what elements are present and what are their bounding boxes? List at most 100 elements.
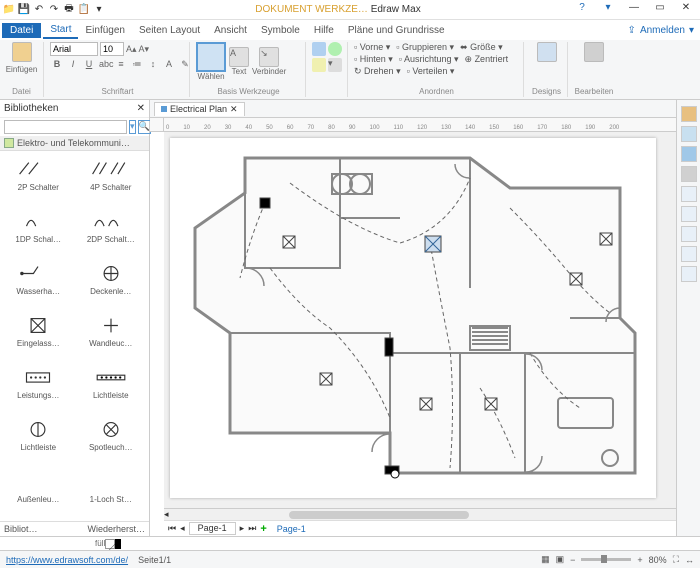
menu-insert[interactable]: Einfügen bbox=[78, 23, 131, 38]
library-dropdown-icon[interactable]: ▾ bbox=[129, 120, 136, 134]
library-search-input[interactable] bbox=[4, 120, 127, 134]
doc-tab-close-icon[interactable]: ✕ bbox=[230, 104, 238, 115]
bullets-button[interactable]: ≔ bbox=[130, 58, 144, 72]
login-more-icon[interactable]: ▾ bbox=[689, 25, 694, 36]
strike-button[interactable]: abc bbox=[98, 58, 112, 72]
font-shrink-icon[interactable]: A▾ bbox=[139, 44, 150, 55]
underline-button[interactable]: U bbox=[82, 58, 96, 72]
page-nav-last[interactable]: ⏭ bbox=[248, 523, 256, 534]
login-link[interactable]: Anmelden bbox=[640, 25, 685, 36]
shape-light-strip-2[interactable]: Lichtleiste bbox=[4, 415, 73, 465]
shape-4p-switch[interactable]: 4P Schalter bbox=[77, 155, 146, 205]
shape-outdoor[interactable]: Außenleu… bbox=[4, 467, 73, 517]
shape-circle-icon[interactable] bbox=[328, 42, 342, 56]
menu-help[interactable]: Hilfe bbox=[307, 23, 341, 38]
tool-comment-icon[interactable] bbox=[681, 246, 697, 262]
shape-2dp-switch[interactable]: 2DP Schalt… bbox=[77, 207, 146, 257]
arrange-back[interactable]: ▫ Hinten ▾ bbox=[354, 54, 393, 65]
maximize-button[interactable]: ▭ bbox=[648, 2, 672, 18]
shape-power[interactable]: Leistungs… bbox=[4, 363, 73, 413]
arrange-distribute[interactable]: ▫ Verteilen ▾ bbox=[407, 66, 455, 77]
bold-button[interactable]: B bbox=[50, 58, 64, 72]
font-grow-icon[interactable]: A▴ bbox=[126, 44, 137, 55]
shape-spotlight[interactable]: Spotleuch… bbox=[77, 415, 146, 465]
zoom-in-button[interactable]: + bbox=[637, 555, 642, 565]
page-nav-first[interactable]: ⏮ bbox=[168, 523, 176, 534]
shape-wall-light[interactable]: Wandleuc… bbox=[77, 311, 146, 361]
qat-more-icon[interactable]: ▾ bbox=[92, 3, 106, 17]
tool-shadow-icon[interactable] bbox=[681, 166, 697, 182]
tool-doc-icon[interactable] bbox=[681, 186, 697, 202]
tool-line-icon[interactable] bbox=[681, 146, 697, 162]
shape-rect-icon[interactable] bbox=[312, 42, 326, 56]
arrange-rotate[interactable]: ↻ Drehen ▾ bbox=[354, 66, 401, 77]
shape-recessed[interactable]: Eingelass… bbox=[4, 311, 73, 361]
connector-tool-icon[interactable]: ↘ bbox=[259, 47, 279, 67]
color-swatch[interactable] bbox=[115, 539, 121, 549]
tool-layer-icon[interactable] bbox=[681, 206, 697, 222]
align-button[interactable]: ≡ bbox=[114, 58, 128, 72]
page-tab-1[interactable]: Page-1 bbox=[189, 522, 236, 535]
drawing-canvas[interactable] bbox=[164, 132, 676, 508]
fit-page-icon[interactable]: ⛶ bbox=[673, 554, 679, 565]
page-nav-prev[interactable]: ◂ bbox=[180, 523, 185, 534]
qat-undo-icon[interactable]: ↶ bbox=[32, 3, 46, 17]
shape-gallery-icon[interactable] bbox=[312, 58, 326, 72]
qat-print-icon[interactable]: 🖶 bbox=[62, 3, 76, 17]
shape-ceiling-light[interactable]: Deckenle… bbox=[77, 259, 146, 309]
qat-copy-icon[interactable]: 📋 bbox=[77, 3, 91, 17]
minimize-button[interactable]: — bbox=[622, 2, 646, 18]
add-page-button[interactable]: + bbox=[260, 523, 266, 535]
shape-waterproof[interactable]: Wasserha… bbox=[4, 259, 73, 309]
h-scrollbar[interactable]: ◂ bbox=[164, 508, 676, 520]
lib-footer-left[interactable]: Bibliot… bbox=[4, 524, 38, 534]
chevron-down-icon[interactable]: ▾ bbox=[596, 2, 620, 18]
shape-1hole[interactable]: 1-Loch St… bbox=[77, 467, 146, 517]
arrange-front[interactable]: ▫ Vorne ▾ bbox=[354, 42, 390, 53]
designs-icon[interactable] bbox=[537, 42, 557, 62]
file-menu[interactable]: Datei bbox=[2, 23, 41, 38]
font-size-select[interactable] bbox=[100, 42, 124, 56]
close-button[interactable]: ✕ bbox=[674, 2, 698, 18]
arrange-align[interactable]: ▫ Ausrichtung ▾ bbox=[399, 54, 459, 65]
menu-view[interactable]: Ansicht bbox=[207, 23, 254, 38]
status-url[interactable]: https://www.edrawsoft.com/de/ bbox=[6, 555, 128, 565]
highlight-button[interactable]: ✎ bbox=[178, 58, 192, 72]
select-tool[interactable] bbox=[196, 42, 226, 72]
arrange-group[interactable]: ▫ Gruppieren ▾ bbox=[396, 42, 454, 53]
search-icon[interactable]: 🔍 bbox=[138, 120, 151, 134]
qat-folder-icon[interactable]: 📁 bbox=[2, 3, 16, 17]
shape-more-icon[interactable]: ▾ bbox=[328, 58, 342, 72]
menu-plans[interactable]: Pläne und Grundrisse bbox=[341, 23, 452, 38]
page[interactable] bbox=[170, 138, 656, 498]
qat-save-icon[interactable]: 💾 bbox=[17, 3, 31, 17]
italic-button[interactable]: I bbox=[66, 58, 80, 72]
shape-light-strip[interactable]: Lichtleiste bbox=[77, 363, 146, 413]
library-close-icon[interactable]: ✕ bbox=[137, 103, 145, 114]
shape-1dp-switch[interactable]: 1DP Schal… bbox=[4, 207, 73, 257]
qat-redo-icon[interactable]: ↷ bbox=[47, 3, 61, 17]
edit-icon[interactable] bbox=[584, 42, 604, 62]
tool-props-icon[interactable] bbox=[681, 226, 697, 242]
share-icon[interactable]: ⇪ bbox=[628, 25, 636, 36]
tool-help-icon[interactable] bbox=[681, 266, 697, 282]
tool-pointer-icon[interactable] bbox=[681, 106, 697, 122]
help-icon[interactable]: ? bbox=[570, 2, 594, 18]
doc-tab-electrical[interactable]: Electrical Plan ✕ bbox=[154, 102, 245, 116]
fit-width-icon[interactable]: ↔ bbox=[685, 555, 694, 565]
text-tool-icon[interactable]: A bbox=[229, 47, 249, 67]
color-none-icon[interactable]: ／ bbox=[105, 539, 115, 549]
tool-fill-icon[interactable] bbox=[681, 126, 697, 142]
font-color-button[interactable]: A bbox=[162, 58, 176, 72]
arrange-size[interactable]: ⬌ Größe ▾ bbox=[460, 42, 503, 53]
view-normal-icon[interactable]: ▦ bbox=[541, 554, 550, 565]
arrange-center[interactable]: ⊕ Zentriert bbox=[465, 54, 509, 65]
library-category[interactable]: Elektro- und Telekommuni… bbox=[0, 136, 149, 151]
zoom-out-button[interactable]: − bbox=[570, 555, 575, 565]
view-full-icon[interactable]: ▣ bbox=[556, 554, 565, 565]
lib-footer-right[interactable]: Wiederherst… bbox=[87, 524, 145, 534]
menu-start[interactable]: Start bbox=[43, 22, 78, 39]
menu-page-layout[interactable]: Seiten Layout bbox=[132, 23, 207, 38]
shape-2p-switch[interactable]: 2P Schalter bbox=[4, 155, 73, 205]
paste-icon[interactable] bbox=[12, 42, 32, 62]
